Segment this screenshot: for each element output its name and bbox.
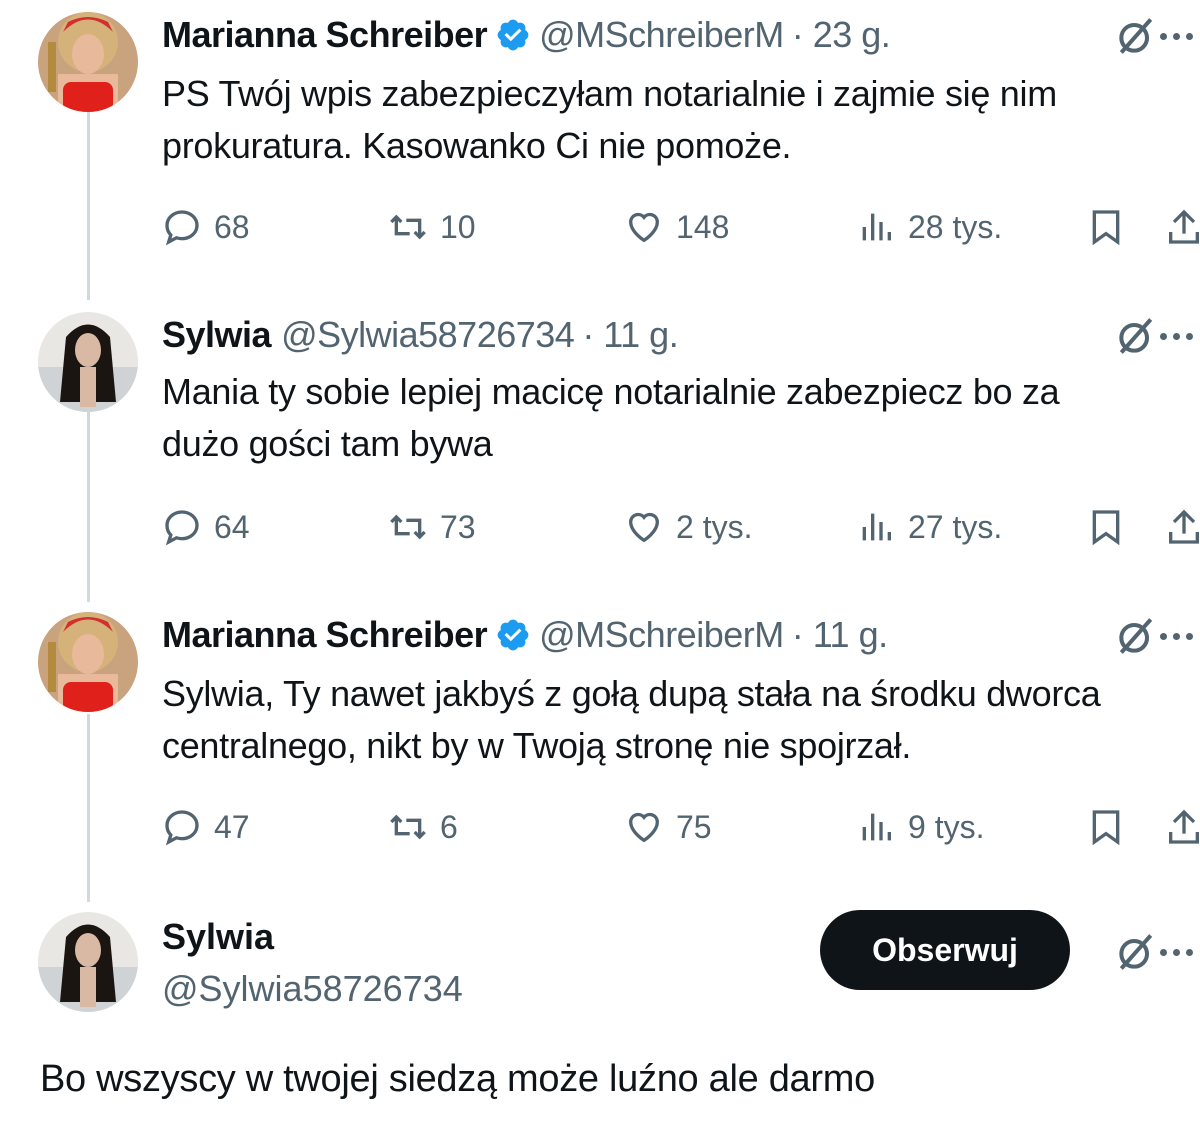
bookmark-icon [1092, 510, 1120, 546]
tweet-text: Mania ty sobie lepiej macicę notarialnie… [162, 366, 1200, 470]
heart-icon [628, 212, 660, 243]
more-icon[interactable] [1160, 326, 1200, 346]
like-count: 75 [676, 808, 712, 845]
like-button[interactable]: 75 [624, 802, 712, 852]
share-icon [1169, 209, 1199, 244]
timestamp[interactable]: · 23 g. [792, 14, 891, 56]
tweet-text-line: centralnego, nikt by w Twoją stronę nie … [162, 725, 912, 766]
views-count: 28 tys. [908, 208, 1003, 245]
share-icon [1169, 509, 1199, 544]
verified-badge-icon [497, 619, 529, 651]
like-button[interactable]: 148 [624, 202, 729, 252]
timestamp[interactable]: · 11 g. [792, 614, 888, 656]
author-name[interactable]: Marianna Schreiber [162, 14, 488, 56]
author-handle[interactable]: @MSchreiberM [539, 614, 784, 656]
grok-icon[interactable] [1114, 930, 1158, 974]
reply-icon [165, 210, 199, 246]
grok-icon[interactable] [1114, 14, 1158, 58]
tweet[interactable]: Sylwia @Sylwia58726734 · 11 g. Mania ty … [0, 310, 1200, 570]
views-button[interactable]: 9 tys. [856, 802, 984, 852]
bookmark-icon [1092, 210, 1120, 246]
reply-icon [165, 810, 199, 846]
retweet-count: 73 [440, 508, 476, 545]
tweet-text-line: prokuratura. Kasowanko Ci nie pomoże. [162, 125, 792, 166]
retweet-icon [390, 214, 426, 240]
views-icon [862, 813, 891, 841]
views-button[interactable]: 28 tys. [856, 202, 1002, 252]
tweet-header: Sylwia @Sylwia58726734 · 11 g. [162, 310, 679, 360]
views-icon [862, 513, 891, 541]
author-handle[interactable]: @MSchreiberM [539, 14, 784, 56]
more-icon[interactable] [1160, 626, 1200, 646]
bookmark-icon [1092, 810, 1120, 846]
reply-button[interactable]: 68 [162, 202, 250, 252]
tweet-text: Sylwia, Ty nawet jakbyś z gołą dupą stał… [162, 668, 1200, 772]
tweet-text-line: dużo gości tam bywa [162, 423, 493, 464]
share-icon [1169, 809, 1199, 844]
like-count: 2 tys. [676, 508, 753, 545]
grok-icon[interactable] [1114, 314, 1158, 358]
bookmark-button[interactable] [1086, 802, 1126, 852]
views-button[interactable]: 27 tys. [856, 502, 1002, 552]
author-name[interactable]: Sylwia [162, 314, 272, 356]
avatar[interactable] [38, 312, 138, 412]
reply-button[interactable]: 47 [162, 802, 250, 852]
verified-badge-icon [497, 19, 529, 51]
tweet[interactable]: Marianna Schreiber @MSchreiberM · 23 g. … [0, 10, 1200, 270]
retweet-button[interactable]: 6 [388, 802, 458, 852]
tweet-text-line: Mania ty sobie lepiej macicę notarialnie… [162, 371, 1060, 412]
reply-count: 68 [214, 208, 250, 245]
tweet-text-line: Sylwia, Ty nawet jakbyś z gołą dupą stał… [162, 673, 1101, 714]
tweet-actions: 64 73 2 tys. 27 tys. [0, 502, 1200, 552]
tweet-actions: 47 6 75 9 tys. [0, 802, 1200, 852]
like-count: 148 [676, 208, 730, 245]
avatar[interactable] [38, 12, 138, 112]
retweet-icon [390, 514, 426, 540]
author-name[interactable]: Sylwia [162, 916, 274, 958]
tweet-text: PS Twój wpis zabezpieczyłam notarialnie … [162, 68, 1200, 172]
more-icon[interactable] [1160, 26, 1200, 46]
timestamp[interactable]: · 11 g. [582, 314, 678, 356]
bookmark-button[interactable] [1086, 202, 1126, 252]
author-name[interactable]: Marianna Schreiber [162, 614, 488, 656]
like-button[interactable]: 2 tys. [624, 502, 752, 552]
retweet-icon [390, 814, 426, 840]
tweet-text-line: PS Twój wpis zabezpieczyłam notarialnie … [162, 73, 1057, 114]
bookmark-button[interactable] [1086, 502, 1126, 552]
tweet-header: Marianna Schreiber @MSchreiberM · 23 g. [162, 10, 891, 60]
share-button[interactable] [1164, 802, 1200, 852]
avatar[interactable] [38, 912, 138, 1012]
reply-count: 64 [214, 508, 250, 545]
views-count: 9 tys. [908, 808, 985, 845]
follow-button[interactable]: Obserwuj [820, 910, 1070, 990]
views-count: 27 tys. [908, 508, 1003, 545]
reply-icon [165, 510, 199, 546]
tweet-actions: 68 10 148 28 tys. [0, 202, 1200, 252]
retweet-count: 10 [440, 208, 476, 245]
focused-tweet-text: Bo wszyscy w twojej siedzą może luźno al… [40, 1058, 875, 1100]
reply-count: 47 [214, 808, 250, 845]
retweet-button[interactable]: 10 [388, 202, 476, 252]
avatar[interactable] [38, 612, 138, 712]
reply-button[interactable]: 64 [162, 502, 250, 552]
tweet[interactable]: Marianna Schreiber @MSchreiberM · 11 g. … [0, 610, 1200, 870]
author-handle[interactable]: @Sylwia58726734 [281, 314, 575, 356]
views-icon [862, 213, 891, 241]
retweet-count: 6 [440, 808, 458, 845]
author-handle[interactable]: @Sylwia58726734 [162, 968, 463, 1010]
heart-icon [628, 812, 660, 843]
more-icon[interactable] [1160, 942, 1200, 962]
share-button[interactable] [1164, 502, 1200, 552]
retweet-button[interactable]: 73 [388, 502, 476, 552]
grok-icon[interactable] [1114, 614, 1158, 658]
tweet-header: Marianna Schreiber @MSchreiberM · 11 g. [162, 610, 888, 660]
heart-icon [628, 512, 660, 543]
share-button[interactable] [1164, 202, 1200, 252]
